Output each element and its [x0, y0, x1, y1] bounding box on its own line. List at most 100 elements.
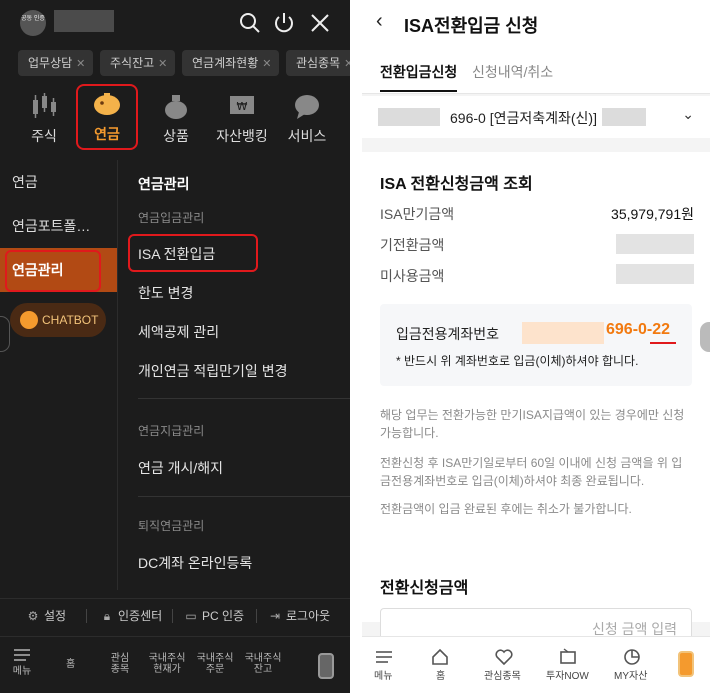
section-title: 전환신청금액: [380, 580, 469, 597]
tag-label: 연금계좌현황: [192, 56, 259, 70]
monitor-icon: ▭: [185, 609, 197, 623]
phone-icon[interactable]: [318, 653, 334, 679]
submenu-limit-change[interactable]: 한도 변경: [138, 283, 193, 303]
divider: [172, 609, 173, 623]
auth-center-label: 인증센터: [118, 609, 163, 623]
nav-menu[interactable]: 메뉴: [374, 667, 392, 682]
pc-auth-button[interactable]: ▭ PC 인증: [184, 607, 244, 624]
tab-request-history[interactable]: 신청내역/취소: [472, 62, 553, 82]
side-item-pension-portfolio[interactable]: 연금포트폴…: [0, 204, 117, 248]
category-label: 자산뱅킹: [216, 128, 268, 144]
tag-label: 주식잔고: [110, 56, 155, 70]
close-icon[interactable]: ✕: [76, 58, 85, 70]
group-retirement-management: 퇴직연금관리: [138, 519, 205, 533]
back-arrow-icon[interactable]: ‹: [376, 10, 383, 33]
transferred-label: 기전환금액: [380, 237, 445, 253]
money-bag-icon: [165, 95, 187, 119]
nav-watchlist[interactable]: 관심종목: [484, 667, 521, 682]
category-pension[interactable]: 연금: [76, 84, 138, 150]
transferred-value-redacted: [616, 234, 694, 254]
note-text: 해당 업무는 전환가능한 만기ISA지급액이 있는 경우에만 신청 가능합니다.: [380, 408, 685, 440]
account-redacted: [378, 108, 440, 126]
tag-label: 업무상담: [28, 56, 73, 70]
home-icon: [432, 648, 448, 665]
nav-my-assets[interactable]: MY자산: [614, 667, 647, 682]
left-topbar: 공동 인증: [0, 0, 350, 48]
submenu-isa-transfer[interactable]: ISA 전환입금: [128, 234, 258, 272]
logout-button[interactable]: ⇥ 로그아웃: [268, 607, 330, 624]
nav-domestic-order[interactable]: 국내주식 주문: [194, 653, 236, 675]
chatbot-icon: [20, 311, 38, 329]
nav-menu[interactable]: 메뉴: [12, 647, 32, 677]
screen-header: ‹ ISA전환입금 신청: [362, 0, 710, 46]
submenu-tax-deduction[interactable]: 세액공제 관리: [138, 322, 219, 342]
auth-center-button[interactable]: 🔒︎ 인증센터: [100, 607, 162, 624]
account-redacted: [602, 108, 646, 126]
account-label: 696-0 [연금저축계좌(신)]: [450, 110, 597, 126]
submenu-maturity-change[interactable]: 개인연금 적립만기일 변경: [138, 361, 287, 381]
settings-button[interactable]: ⚙ 설정: [26, 607, 66, 624]
nav-invest-now[interactable]: 투자NOW: [546, 667, 589, 682]
nav-domestic-balance[interactable]: 국내주식 잔고: [242, 653, 284, 675]
submenu-pension-start[interactable]: 연금 개시/해지: [138, 458, 223, 478]
power-icon[interactable]: [272, 11, 296, 35]
gear-icon: ⚙: [27, 609, 39, 623]
side-item-pension-management[interactable]: 연금관리: [0, 248, 117, 292]
submenu-dc-register[interactable]: DC계좌 온라인등록: [138, 553, 252, 573]
settings-row: ⚙ 설정 🔒︎ 인증센터 ▭ PC 인증 ⇥ 로그아웃: [0, 598, 350, 630]
left-menu-panel: 공동 인증 업무상담 ✕ 주식잔고 ✕ 연금계좌현황 ✕ 관심종목 ✕ 주식 연금 상품…: [0, 0, 350, 693]
certificate-logo[interactable]: 공동 인증: [20, 10, 46, 36]
scroll-handle[interactable]: [0, 316, 10, 352]
isa-maturity-label: ISA만기금액: [380, 206, 455, 222]
category-label: 상품: [163, 128, 189, 144]
close-icon[interactable]: [308, 11, 332, 35]
banking-icon: ₩: [230, 96, 254, 114]
phone-icon[interactable]: [678, 651, 694, 677]
close-icon[interactable]: ✕: [262, 58, 271, 70]
right-bottom-nav: 메뉴 홈 관심종목 투자NOW MY자산: [362, 636, 710, 693]
isa-transfer-screen: ‹ ISA전환입금 신청 전환입금신청 신청내역/취소 696-0 [연금저축계…: [362, 0, 710, 693]
tab-transfer-request[interactable]: 전환입금신청: [380, 62, 458, 92]
search-icon[interactable]: [238, 11, 262, 35]
divider: [138, 398, 350, 399]
unused-label: 미사용금액: [380, 268, 445, 284]
highlight-box: [5, 250, 101, 292]
account-redacted: [522, 322, 604, 344]
category-asset-banking[interactable]: ₩ 자산뱅킹: [210, 88, 274, 150]
deposit-account-number: 696-0-22: [606, 321, 671, 338]
divider: [350, 0, 362, 693]
user-name-redacted: [54, 10, 114, 32]
nav-domestic-price[interactable]: 국내주식 현재가: [146, 653, 188, 675]
category-label: 연금: [94, 126, 120, 142]
divider: [86, 609, 87, 623]
account-selector[interactable]: 696-0 [연금저축계좌(신)] ⌄: [362, 96, 710, 138]
tag-pension-status[interactable]: 연금계좌현황 ✕: [182, 50, 280, 76]
shortcut-tags: 업무상담 ✕ 주식잔고 ✕ 연금계좌현황 ✕ 관심종목 ✕: [0, 50, 350, 78]
group-payment-management: 연금지급관리: [138, 424, 205, 438]
tv-icon: [560, 648, 576, 664]
category-service[interactable]: 서비스: [282, 88, 332, 150]
nav-home[interactable]: 홈: [436, 667, 445, 682]
tag-watchlist[interactable]: 관심종목 ✕: [286, 50, 350, 76]
highlight-underline: [650, 342, 676, 344]
nav-home[interactable]: 홈: [66, 659, 75, 670]
tag-consult[interactable]: 업무상담 ✕: [18, 50, 94, 76]
svg-text:₩: ₩: [237, 100, 248, 113]
scroll-handle[interactable]: [700, 322, 710, 352]
chatbot-button[interactable]: CHATBOT: [10, 303, 106, 337]
logout-label: 로그아웃: [286, 609, 331, 623]
submenu: 연금관리 연금입금관리 ISA 전환입금 한도 변경 세액공제 관리 개인연금 …: [118, 160, 350, 590]
chat-bubble-icon: [295, 95, 319, 119]
piggy-bank-icon: [94, 93, 120, 115]
tab-bar: 전환입금신청 신청내역/취소: [362, 46, 710, 94]
side-item-pension[interactable]: 연금: [0, 160, 117, 204]
category-row: 주식 연금 상품 ₩ 자산뱅킹 서비스: [0, 84, 350, 150]
menu-icon: [376, 651, 392, 663]
tag-stock-balance[interactable]: 주식잔고 ✕: [100, 50, 176, 76]
nav-watchlist[interactable]: 관심 종목: [108, 653, 132, 675]
category-products[interactable]: 상품: [152, 88, 200, 150]
close-icon[interactable]: ✕: [158, 58, 167, 70]
chevron-down-icon: ⌄: [682, 106, 694, 122]
category-stock[interactable]: 주식: [20, 88, 68, 150]
pc-auth-label: PC 인증: [202, 609, 245, 623]
